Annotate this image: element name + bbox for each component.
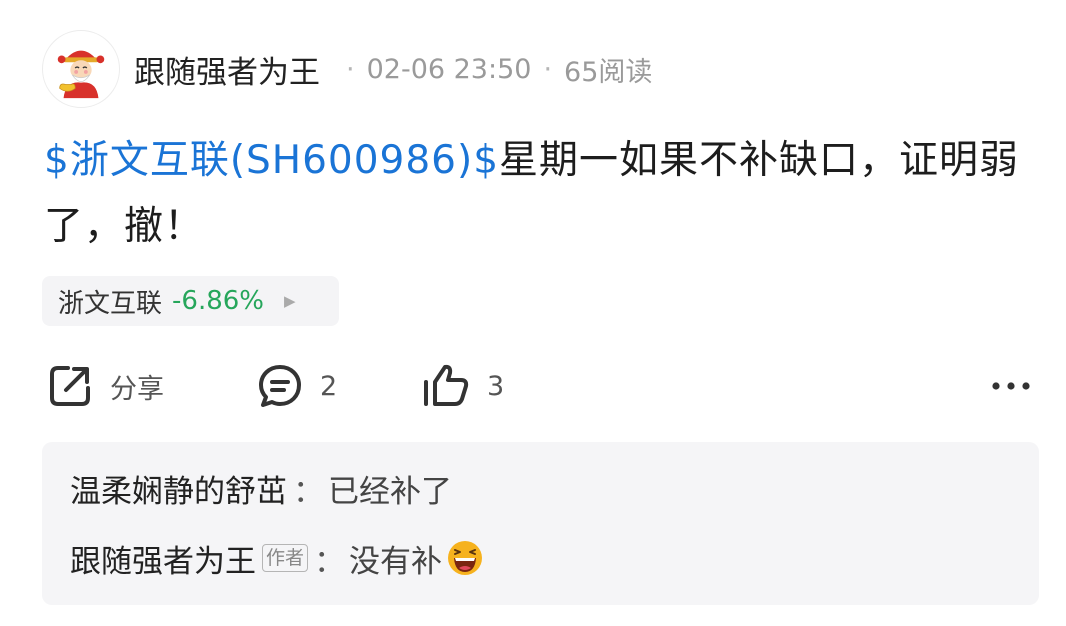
comment-item[interactable]: 跟随强者为王 作者 ： 没有补 [70, 536, 484, 580]
view-count: 65阅读 [564, 56, 653, 88]
comment-item[interactable]: 温柔娴静的舒茁 ： 已经补了 [70, 466, 452, 510]
commenter-name[interactable]: 温柔娴静的舒茁 [70, 466, 287, 511]
laughing-emoji-icon [446, 539, 484, 577]
post-meta: · 02-06 23:50 · 65阅读 [334, 50, 652, 89]
stock-quote-chip[interactable]: 浙文互联 -6.86% ▶ [42, 276, 339, 326]
share-icon [50, 366, 90, 406]
more-button[interactable] [990, 360, 1032, 412]
like-count: 3 [487, 370, 505, 402]
meta-separator: · [543, 53, 553, 85]
comment-colon: ： [293, 473, 324, 510]
share-button[interactable]: 分享 [46, 360, 164, 412]
meta-separator: · [346, 53, 355, 85]
comment-button[interactable]: 2 [256, 360, 337, 412]
post-date: 02-06 23:50 [366, 53, 532, 85]
comment-colon: ： [314, 543, 346, 580]
action-bar: 分享 2 3 [0, 360, 1066, 412]
comment-count: 2 [320, 370, 338, 402]
author-name[interactable]: 跟随强者为王 [134, 47, 320, 92]
post-content: $浙文互联(SH600986)$星期一如果不补缺口，证明弱了，撤！ [44, 128, 1034, 260]
comments-preview[interactable]: 温柔娴静的舒茁 ： 已经补了 跟随强者为王 作者 ： 没有补 [42, 442, 1039, 605]
like-button[interactable]: 3 [421, 360, 504, 412]
fortune-god-avatar-icon [57, 50, 105, 99]
chip-stock-name: 浙文互联 [58, 288, 163, 319]
more-icon [992, 382, 1030, 390]
share-label: 分享 [110, 373, 164, 405]
stock-link[interactable]: $浙文互联(SH600986)$ [44, 138, 499, 183]
chevron-right-icon: ▶ [284, 292, 296, 310]
chip-price-change: -6.86% [172, 286, 264, 316]
commenter-name[interactable]: 跟随强者为王 [70, 536, 256, 581]
author-badge: 作者 [262, 544, 309, 572]
post-header: 跟随强者为王 · 02-06 23:50 · 65阅读 [42, 30, 652, 108]
avatar[interactable] [42, 30, 120, 108]
comment-icon [259, 365, 301, 407]
comment-text: 已经补了 [328, 473, 452, 510]
comment-text: 没有补 [349, 543, 443, 580]
thumbs-up-icon [424, 364, 469, 406]
